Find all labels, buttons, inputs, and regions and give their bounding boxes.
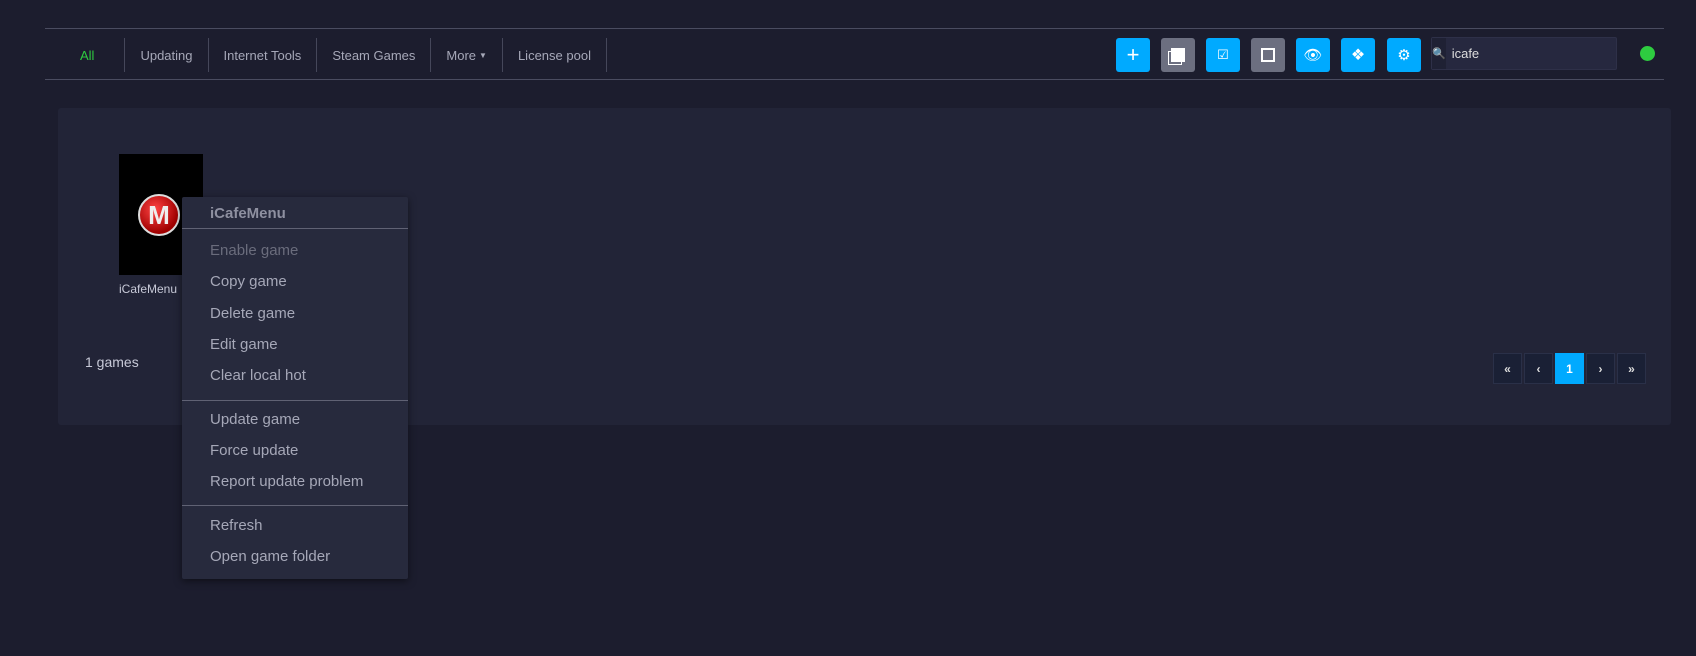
search-icon: 🔍 xyxy=(1432,38,1446,69)
nav-divider xyxy=(45,79,1664,80)
select-all-button[interactable]: ☑ xyxy=(1206,38,1240,72)
tab-all[interactable]: All xyxy=(45,38,126,72)
tab-more[interactable]: More ▼ xyxy=(431,38,503,72)
context-menu: iCafeMenu Enable game Copy game Delete g… xyxy=(182,197,408,579)
category-tabs: All Updating Internet Tools Steam Games … xyxy=(45,38,607,72)
menu-update-game[interactable]: Update game xyxy=(210,411,300,428)
deselect-button[interactable] xyxy=(1251,38,1285,72)
tab-internet-tools[interactable]: Internet Tools xyxy=(209,38,318,72)
menu-edit-game[interactable]: Edit game xyxy=(210,336,278,353)
page-1-button[interactable]: 1 xyxy=(1555,353,1584,384)
menu-enable-game: Enable game xyxy=(210,242,299,259)
copy-icon xyxy=(1171,48,1185,62)
last-page-button[interactable]: » xyxy=(1617,353,1646,384)
prev-page-button[interactable]: ‹ xyxy=(1524,353,1553,384)
top-divider xyxy=(45,28,1664,29)
layout-button[interactable]: ❖ xyxy=(1341,38,1375,72)
search-box: 🔍 xyxy=(1431,37,1628,70)
menu-report-update-problem[interactable]: Report update problem xyxy=(210,473,363,490)
tab-more-label: More xyxy=(446,47,477,63)
tab-updating[interactable]: Updating xyxy=(125,38,209,72)
menu-clear-local-hot[interactable]: Clear local hot xyxy=(210,367,306,384)
tab-steam-games[interactable]: Steam Games xyxy=(317,38,432,72)
copy-button[interactable] xyxy=(1161,38,1195,72)
caret-down-icon: ▼ xyxy=(479,50,487,60)
search-input[interactable] xyxy=(1445,38,1628,69)
pagination: « ‹ 1 › » xyxy=(1493,353,1646,384)
view-button[interactable]: 👁 xyxy=(1296,38,1330,72)
menu-divider xyxy=(182,400,408,401)
menu-delete-game[interactable]: Delete game xyxy=(210,305,295,322)
outline-copy-icon xyxy=(1261,48,1275,62)
game-logo-icon: M xyxy=(138,194,180,236)
menu-open-game-folder[interactable]: Open game folder xyxy=(210,548,330,565)
menu-copy-game[interactable]: Copy game xyxy=(210,273,287,290)
diamonds-icon: ❖ xyxy=(1350,47,1366,64)
context-menu-title: iCafeMenu xyxy=(210,205,286,222)
globe-icon[interactable] xyxy=(1640,46,1655,61)
gears-icon: ⚙ xyxy=(1397,47,1411,64)
settings-button[interactable]: ⚙ xyxy=(1387,38,1421,72)
checked-copy-icon: ☑ xyxy=(1217,47,1229,62)
eye-icon: 👁 xyxy=(1303,47,1323,64)
games-count: 1 games xyxy=(85,354,139,370)
menu-divider xyxy=(182,228,408,229)
next-page-button[interactable]: › xyxy=(1586,353,1615,384)
tab-license-pool[interactable]: License pool xyxy=(503,38,607,72)
menu-force-update[interactable]: Force update xyxy=(210,442,298,459)
menu-refresh[interactable]: Refresh xyxy=(210,517,263,534)
menu-divider xyxy=(182,505,408,506)
add-game-button[interactable]: + xyxy=(1116,38,1150,72)
first-page-button[interactable]: « xyxy=(1493,353,1522,384)
